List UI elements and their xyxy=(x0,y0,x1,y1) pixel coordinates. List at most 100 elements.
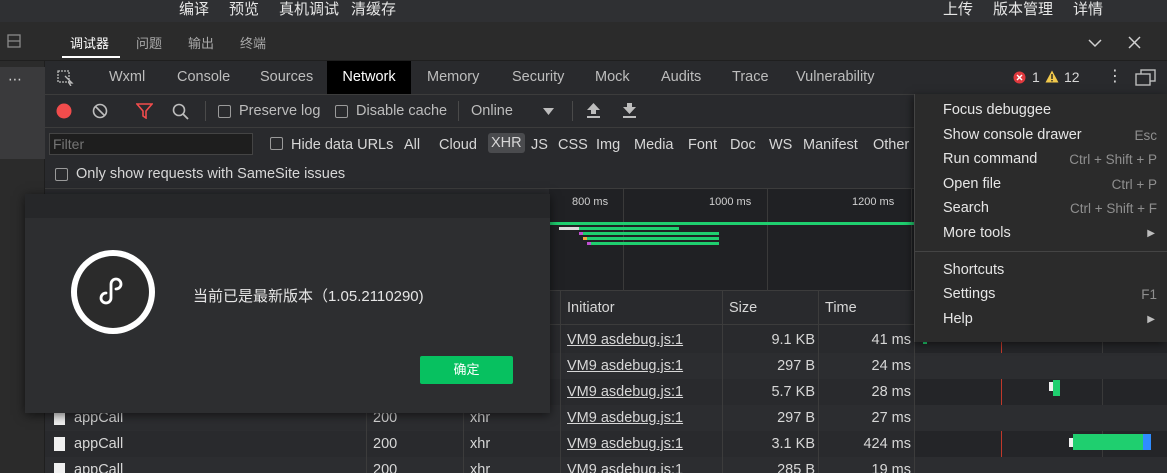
request-size: 5.7 KB xyxy=(771,384,815,400)
request-type: xhr xyxy=(470,436,491,452)
layout-icon[interactable] xyxy=(7,34,21,48)
inspect-element-icon[interactable] xyxy=(57,70,75,86)
menu-item-shortcuts[interactable]: Shortcuts xyxy=(943,262,1004,278)
warning-icon[interactable] xyxy=(1045,70,1059,83)
search-icon[interactable] xyxy=(172,103,189,120)
table-row[interactable]: appCall 200 xhr VM9 asdebug.js:1 285 B 1… xyxy=(45,457,1167,473)
tab-wxml[interactable]: Wxml xyxy=(109,61,145,94)
samesite-row: Only show requests with SameSite issues xyxy=(45,161,915,189)
warning-count[interactable]: 12 xyxy=(1064,69,1080,85)
filter-type-img[interactable]: Img xyxy=(596,137,620,153)
disable-cache-checkbox[interactable] xyxy=(335,105,348,118)
filter-type-font[interactable]: Font xyxy=(688,137,717,153)
divider xyxy=(205,101,206,121)
tick-line xyxy=(767,189,768,291)
filter-input[interactable] xyxy=(49,133,253,155)
tab-output[interactable]: 输出 xyxy=(188,33,214,52)
upload-button[interactable]: 上传 xyxy=(943,0,973,19)
filter-type-xhr[interactable]: XHR xyxy=(488,133,525,153)
filter-type-doc[interactable]: Doc xyxy=(730,137,756,153)
network-overview[interactable]: 800 ms 1000 ms 1200 ms xyxy=(549,189,915,291)
tab-trace[interactable]: Trace xyxy=(732,61,769,94)
compile-button[interactable]: 编译 xyxy=(179,0,209,19)
tab-console[interactable]: Console xyxy=(177,61,230,94)
request-initiator[interactable]: VM9 asdebug.js:1 xyxy=(567,436,683,452)
clear-icon[interactable] xyxy=(92,103,108,119)
confirm-button[interactable]: 确定 xyxy=(420,356,513,384)
menu-item-show-console-drawer[interactable]: Show console drawer xyxy=(943,127,1082,143)
filter-type-media[interactable]: Media xyxy=(634,137,674,153)
tab-network[interactable]: Network xyxy=(327,61,411,94)
menu-item-help[interactable]: Help xyxy=(943,311,973,327)
samesite-checkbox[interactable] xyxy=(55,168,68,181)
filter-type-css[interactable]: CSS xyxy=(558,137,588,153)
request-initiator[interactable]: VM9 asdebug.js:1 xyxy=(567,410,683,426)
import-har-icon[interactable] xyxy=(586,102,601,119)
request-initiator[interactable]: VM9 asdebug.js:1 xyxy=(567,384,683,400)
request-initiator[interactable]: VM9 asdebug.js:1 xyxy=(567,332,683,348)
tab-audits[interactable]: Audits xyxy=(661,61,701,94)
filter-icon[interactable] xyxy=(136,103,153,119)
tab-security[interactable]: Security xyxy=(512,61,564,94)
menu-item-focus-debuggee[interactable]: Focus debuggee xyxy=(943,102,1051,118)
menu-item-run-command[interactable]: Run command xyxy=(943,151,1037,167)
menu-item-more-tools[interactable]: More tools xyxy=(943,225,1011,241)
menu-shortcut: Ctrl + Shift + P xyxy=(1069,152,1157,167)
dock-icon[interactable] xyxy=(1135,69,1157,87)
menu-shortcut: Esc xyxy=(1134,128,1157,143)
tab-problems[interactable]: 问题 xyxy=(136,33,162,52)
overview-bar xyxy=(583,237,587,240)
filter-type-ws[interactable]: WS xyxy=(769,137,792,153)
submenu-arrow-icon: ▶ xyxy=(1147,228,1155,239)
kebab-menu-icon[interactable]: ⋮ xyxy=(1107,66,1123,86)
overview-bar xyxy=(579,227,679,230)
remote-debug-button[interactable]: 真机调试 xyxy=(279,0,339,19)
overview-bar xyxy=(549,222,915,225)
tab-terminal[interactable]: 终端 xyxy=(240,33,266,52)
close-icon[interactable] xyxy=(1128,36,1141,49)
request-time: 41 ms xyxy=(871,332,912,348)
export-har-icon[interactable] xyxy=(622,102,637,119)
preview-button[interactable]: 预览 xyxy=(229,0,259,19)
hide-data-urls-checkbox[interactable] xyxy=(270,137,283,150)
filter-type-all[interactable]: All xyxy=(404,137,420,153)
devtools-tabs: Wxml Console Sources Network Memory Secu… xyxy=(45,61,1167,95)
tab-debugger[interactable]: 调试器 xyxy=(70,33,109,52)
tab-memory[interactable]: Memory xyxy=(427,61,479,94)
filter-type-cloud[interactable]: Cloud xyxy=(439,137,477,153)
update-dialog: 当前已是最新版本（1.05.2110290) 确定 xyxy=(25,194,550,413)
table-row[interactable]: appCall 200 xhr VM9 asdebug.js:1 3.1 KB … xyxy=(45,431,1167,457)
details-button[interactable]: 详情 xyxy=(1073,0,1103,19)
filter-type-other[interactable]: Other xyxy=(873,137,909,153)
request-initiator[interactable]: VM9 asdebug.js:1 xyxy=(567,462,683,473)
menu-separator xyxy=(915,251,1167,252)
tab-mock[interactable]: Mock xyxy=(595,61,630,94)
filter-type-manifest[interactable]: Manifest xyxy=(803,137,858,153)
more-icon[interactable]: ⋯ xyxy=(8,71,22,88)
file-icon xyxy=(54,437,65,451)
menu-item-search[interactable]: Search xyxy=(943,200,989,216)
menu-item-settings[interactable]: Settings xyxy=(943,286,995,302)
column-size[interactable]: Size xyxy=(729,300,757,316)
file-icon xyxy=(54,463,65,473)
miniprogram-icon xyxy=(99,277,123,305)
error-count[interactable]: 1 xyxy=(1032,69,1040,85)
preserve-log-checkbox[interactable] xyxy=(218,105,231,118)
request-status: 200 xyxy=(373,436,398,452)
version-manage-button[interactable]: 版本管理 xyxy=(993,0,1053,19)
request-initiator[interactable]: VM9 asdebug.js:1 xyxy=(567,358,683,374)
record-icon[interactable] xyxy=(56,103,72,119)
column-initiator[interactable]: Initiator xyxy=(567,300,615,316)
tab-sources[interactable]: Sources xyxy=(260,61,313,94)
request-size: 297 B xyxy=(777,410,815,426)
clear-cache-button[interactable]: 清缓存 xyxy=(351,0,396,19)
caret-down-icon[interactable] xyxy=(543,108,554,115)
menu-item-open-file[interactable]: Open file xyxy=(943,176,1001,192)
throttle-select[interactable]: Online xyxy=(471,103,513,119)
chevron-down-icon[interactable] xyxy=(1088,38,1102,48)
filter-type-js[interactable]: JS xyxy=(531,137,548,153)
error-icon[interactable] xyxy=(1013,71,1026,84)
column-time[interactable]: Time xyxy=(825,300,857,316)
hide-data-urls-label: Hide data URLs xyxy=(291,137,394,153)
tab-vulnerability[interactable]: Vulnerability xyxy=(796,61,874,94)
